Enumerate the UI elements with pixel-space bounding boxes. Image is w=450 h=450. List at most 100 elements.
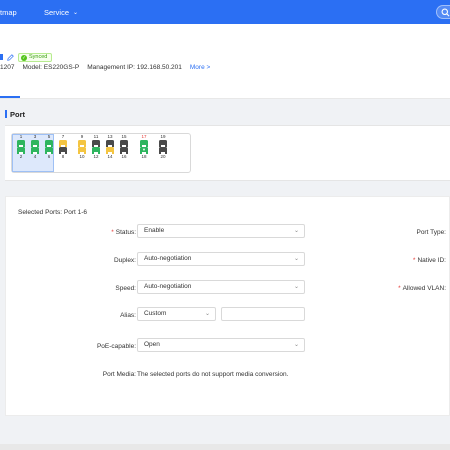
chevron-down-icon: ⌄ — [293, 284, 299, 290]
port-number: 6 — [47, 154, 51, 159]
port-13[interactable]: 13 — [106, 134, 114, 147]
status-badge-label: Synced — [29, 54, 48, 60]
allowed-vlan-label-text: Allowed VLAN: — [402, 285, 446, 292]
native-id-label-text: Native ID: — [417, 257, 446, 264]
ethernet-port-icon — [78, 140, 86, 147]
port-2[interactable]: 2 — [17, 147, 25, 160]
nav-item-sitemap[interactable]: tmap — [0, 8, 17, 17]
edit-icon[interactable] — [7, 54, 14, 61]
device-header: ✓ Synced 1207 Model: ES220GS-P Managemen… — [0, 24, 450, 99]
speed-label: Speed: — [115, 285, 136, 292]
ethernet-port-icon — [59, 140, 67, 147]
port-17[interactable]: 17 — [140, 134, 148, 147]
nav-item-label: Service — [44, 8, 70, 17]
port-9[interactable]: 9 — [78, 134, 86, 147]
port-settings-form: Selected Ports: Port 1-6 * Status: Enable… — [5, 196, 450, 416]
ethernet-port-icon — [45, 140, 53, 147]
selected-ports-label: Selected Ports: Port 1-6 — [18, 209, 88, 216]
status-value: Enable — [144, 227, 165, 234]
status-label: * Status: — [6, 229, 136, 236]
chevron-down-icon: ⌄ — [73, 10, 79, 16]
alias-label: Alias: — [120, 312, 136, 319]
chevron-down-icon: ⌄ — [204, 311, 210, 317]
port-type-label: Port Type: — [416, 229, 446, 236]
chevron-down-icon: ⌄ — [293, 342, 299, 348]
port-media-text: The selected ports do not support media … — [137, 371, 289, 378]
port-12[interactable]: 12 — [92, 147, 100, 160]
port-8[interactable]: 8 — [59, 147, 67, 160]
required-marker: * — [111, 229, 114, 236]
poe-label: PoE-capable: — [96, 343, 136, 350]
allowed-vlan-label: * Allowed VLAN: — [398, 285, 446, 292]
port-6[interactable]: 6 — [45, 147, 53, 160]
port-20[interactable]: 20 — [159, 147, 167, 160]
port-number: 16 — [121, 154, 127, 159]
device-mgmt-ip: Management IP: 192.168.50.201 — [87, 64, 182, 71]
search-icon — [441, 8, 450, 17]
port-number: 4 — [33, 154, 37, 159]
status-select[interactable]: Enable ⌄ — [137, 224, 305, 238]
ethernet-port-icon — [106, 140, 114, 147]
search-input[interactable] — [436, 5, 450, 19]
speed-select[interactable]: Auto-negotiation ⌄ — [137, 280, 305, 294]
ethernet-port-icon — [106, 147, 114, 154]
port-10[interactable]: 10 — [78, 147, 86, 160]
port-number: 12 — [93, 154, 99, 159]
ethernet-port-icon — [17, 147, 25, 154]
speed-value: Auto-negotiation — [144, 283, 192, 290]
duplex-label: Duplex: — [113, 257, 136, 264]
ethernet-port-icon — [92, 147, 100, 154]
port-number: 10 — [79, 154, 85, 159]
required-marker: * — [412, 257, 416, 264]
port-number: 20 — [160, 154, 166, 159]
device-serial: 1207 — [0, 64, 15, 71]
more-link[interactable]: More > — [190, 64, 210, 71]
ethernet-port-icon — [31, 147, 39, 154]
active-tab-indicator — [0, 96, 20, 98]
port-11[interactable]: 11 — [92, 134, 100, 147]
status-badge: ✓ Synced — [18, 53, 53, 62]
port-media-label: Port Media: — [102, 371, 136, 378]
port-14[interactable]: 14 — [106, 147, 114, 160]
alias-input[interactable] — [221, 307, 305, 321]
ethernet-port-icon — [31, 140, 39, 147]
chevron-down-icon: ⌄ — [293, 228, 299, 234]
port-16[interactable]: 16 — [120, 147, 128, 160]
port-1[interactable]: 1 — [17, 134, 25, 147]
ethernet-port-icon — [59, 147, 67, 154]
arrow-down-icon: ▼ — [142, 147, 146, 152]
duplex-select[interactable]: Auto-negotiation ⌄ — [137, 252, 305, 266]
top-navbar: tmap Service ⌄ — [0, 0, 450, 24]
ethernet-port-icon — [45, 147, 53, 154]
page-footer — [0, 444, 450, 450]
device-info: 1207 Model: ES220GS-P Management IP: 192… — [0, 64, 218, 71]
ethernet-port-icon — [159, 147, 167, 154]
port-panel: 1 2 3 4 5 6 7 8 9 10 11 12 13 14 15 16 17 ▼ 18 19 20 — [5, 125, 450, 181]
chevron-down-icon: ⌄ — [293, 256, 299, 262]
port-18[interactable]: ▼ 18 — [140, 147, 148, 160]
port-5[interactable]: 5 — [45, 134, 53, 147]
port-4[interactable]: 4 — [31, 147, 39, 160]
port-19[interactable]: 19 — [159, 134, 167, 147]
device-model: Model: ES220GS-P — [22, 64, 80, 71]
native-id-label: * Native ID: — [413, 257, 446, 264]
status-label-text: Status: — [115, 229, 136, 236]
port-15[interactable]: 15 — [120, 134, 128, 147]
ethernet-port-icon — [120, 147, 128, 154]
device-name-fragment — [0, 54, 3, 60]
poe-select[interactable]: Open ⌄ — [137, 338, 305, 352]
port-7[interactable]: 7 — [59, 134, 67, 147]
ethernet-port-icon: ▼ — [140, 147, 148, 154]
alias-type-value: Custom — [144, 310, 167, 317]
port-number: 2 — [19, 154, 23, 159]
ethernet-port-icon — [120, 140, 128, 147]
required-marker: * — [398, 285, 401, 292]
port-3[interactable]: 3 — [31, 134, 39, 147]
nav-item-service[interactable]: Service ⌄ — [44, 8, 78, 17]
port-number: 18 — [141, 154, 147, 159]
alias-type-select[interactable]: Custom ⌄ — [137, 307, 216, 321]
ethernet-port-icon — [17, 140, 25, 147]
port-number: 8 — [61, 154, 65, 159]
ethernet-port-icon — [92, 140, 100, 147]
port-number: 14 — [107, 154, 113, 159]
